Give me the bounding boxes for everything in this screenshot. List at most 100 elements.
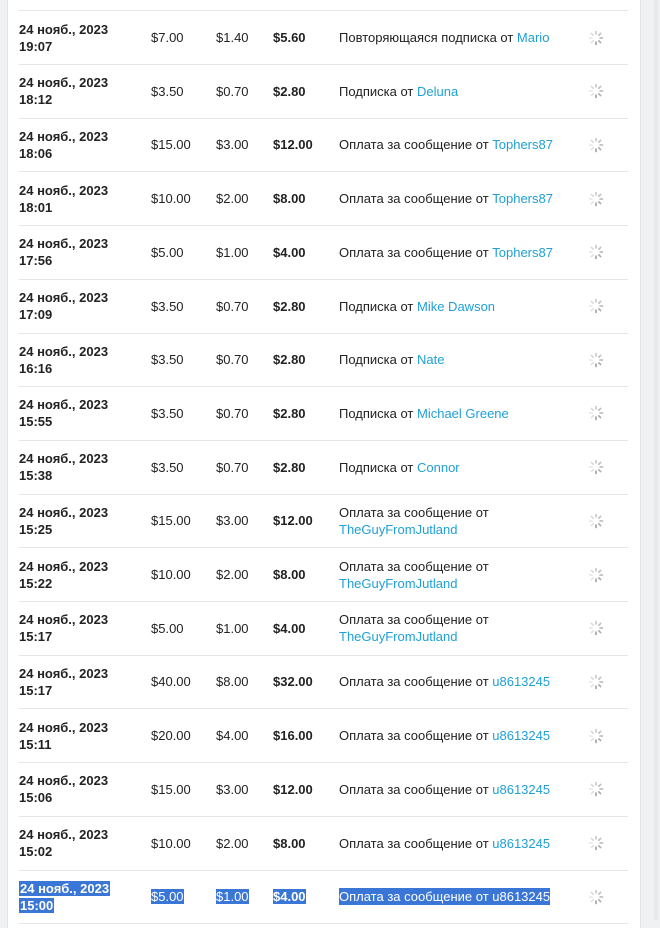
fee-amount: $4.00 bbox=[216, 728, 249, 744]
gross-amount-cell: $5.00 bbox=[151, 870, 211, 923]
fee-amount: $0.70 bbox=[216, 83, 249, 99]
loading-spinner-icon bbox=[588, 30, 604, 45]
gross-amount-cell: $10.00 bbox=[151, 172, 211, 225]
date-cell: 24 нояб., 2023 15:17 bbox=[19, 655, 139, 708]
description-cell: Повторяющаяся подписка от Mario bbox=[339, 11, 581, 64]
earnings-row: 24 нояб., 2023 15:00 $5.00 $1.00 $4.00 О… bbox=[19, 870, 628, 925]
fee-amount: $3.00 bbox=[216, 137, 249, 153]
loading-spinner-icon bbox=[588, 83, 604, 99]
loading-spinner-icon bbox=[588, 191, 604, 206]
user-link[interactable]: TheGuyFromJutland bbox=[339, 629, 458, 644]
fee-amount-cell: $1.00 bbox=[216, 226, 268, 279]
status-cell bbox=[585, 172, 607, 225]
date-text: 24 нояб., 2023 bbox=[19, 612, 109, 628]
fee-amount: $0.70 bbox=[216, 459, 249, 475]
time-text: 16:16 bbox=[19, 360, 53, 376]
net-amount: $4.00 bbox=[273, 620, 306, 636]
description-cell: Подписка от Nate bbox=[339, 333, 581, 386]
net-amount-cell: $8.00 bbox=[273, 548, 333, 601]
gross-amount: $5.00 bbox=[151, 889, 184, 905]
date-text: 24 нояб., 2023 bbox=[19, 236, 109, 252]
user-link[interactable]: TheGuyFromJutland bbox=[339, 576, 458, 591]
user-link[interactable]: Nate bbox=[417, 352, 444, 367]
description-text: Подписка от bbox=[339, 298, 417, 314]
description-text: Оплата за сообщение от bbox=[339, 191, 493, 207]
net-amount: $12.00 bbox=[273, 781, 313, 797]
user-link[interactable]: Tophers87 bbox=[492, 191, 553, 206]
description-cell: Подписка от Michael Greene bbox=[339, 387, 581, 440]
user-link[interactable]: Tophers87 bbox=[492, 137, 553, 152]
user-link[interactable]: Mario bbox=[517, 30, 550, 45]
user-link[interactable]: u8613245 bbox=[492, 674, 550, 689]
date-cell: 24 нояб., 2023 15:17 bbox=[19, 602, 139, 655]
date-text: 24 нояб., 2023 bbox=[19, 21, 109, 37]
gross-amount-cell: $3.50 bbox=[151, 65, 211, 118]
gross-amount-cell: $3.50 bbox=[151, 333, 211, 386]
user-link[interactable]: Deluna bbox=[417, 84, 458, 99]
earnings-row: 24 нояб., 2023 15:11 $20.00 $4.00 $16.00… bbox=[19, 709, 628, 764]
description-cell: Оплата за сообщение от Tophers87 bbox=[339, 172, 581, 225]
earnings-row: 24 нояб., 2023 19:07 $7.00 $1.40 $5.60 П… bbox=[19, 11, 628, 65]
user-link[interactable]: u8613245 bbox=[492, 889, 550, 904]
user-link[interactable]: Connor bbox=[417, 460, 460, 475]
net-amount: $32.00 bbox=[273, 674, 313, 690]
fee-amount: $8.00 bbox=[216, 674, 249, 690]
gross-amount-cell: $10.00 bbox=[151, 817, 211, 870]
status-cell bbox=[585, 494, 607, 547]
date-cell: 24 нояб., 2023 18:12 bbox=[19, 65, 139, 118]
status-cell bbox=[585, 602, 607, 655]
date-cell: 24 нояб., 2023 15:00 bbox=[19, 870, 139, 923]
net-amount-cell: $5.60 bbox=[273, 11, 333, 64]
fee-amount-cell: $2.00 bbox=[216, 817, 268, 870]
fee-amount-cell: $0.70 bbox=[216, 333, 268, 386]
user-link[interactable]: Michael Greene bbox=[417, 406, 509, 421]
description-cell: Оплата за сообщение от u8613245 bbox=[339, 817, 581, 870]
gross-amount: $3.50 bbox=[151, 298, 184, 314]
description-text: Оплата за сообщение от bbox=[339, 137, 493, 153]
fee-amount: $1.00 bbox=[216, 620, 249, 636]
date-text: 24 нояб., 2023 bbox=[19, 558, 109, 574]
user-link[interactable]: Mike Dawson bbox=[417, 299, 495, 314]
fee-amount-cell: $8.00 bbox=[216, 655, 268, 708]
date-text: 24 нояб., 2023 bbox=[19, 504, 109, 520]
user-link[interactable]: u8613245 bbox=[492, 836, 550, 851]
gross-amount: $3.50 bbox=[151, 352, 184, 368]
user-link[interactable]: u8613245 bbox=[492, 728, 550, 743]
date-text: 24 нояб., 2023 bbox=[19, 773, 109, 789]
date-text: 24 нояб., 2023 bbox=[19, 182, 109, 198]
earnings-row: 24 нояб., 2023 18:01 $10.00 $2.00 $8.00 … bbox=[19, 172, 628, 227]
net-amount: $8.00 bbox=[273, 191, 306, 207]
loading-spinner-icon bbox=[588, 567, 604, 582]
loading-spinner-icon bbox=[588, 513, 604, 529]
date-text: 24 нояб., 2023 bbox=[19, 719, 109, 735]
gross-amount-cell: $3.50 bbox=[151, 280, 211, 333]
fee-amount-cell: $0.70 bbox=[216, 387, 268, 440]
date-cell: 24 нояб., 2023 17:56 bbox=[19, 226, 139, 279]
user-link[interactable]: TheGuyFromJutland bbox=[339, 522, 458, 537]
user-link[interactable]: u8613245 bbox=[492, 782, 550, 797]
description-cell: Оплата за сообщение от Tophers87 bbox=[339, 118, 581, 171]
user-link[interactable]: Tophers87 bbox=[492, 245, 553, 260]
net-amount: $5.60 bbox=[273, 30, 306, 45]
loading-spinner-icon bbox=[588, 674, 604, 690]
fee-amount-cell: $3.00 bbox=[216, 763, 268, 816]
description-text: Подписка от bbox=[339, 405, 417, 421]
net-amount-cell: $2.80 bbox=[273, 333, 333, 386]
gross-amount: $7.00 bbox=[151, 30, 184, 45]
time-text: 15:11 bbox=[19, 736, 52, 752]
time-text: 17:09 bbox=[19, 307, 53, 322]
status-cell bbox=[585, 709, 607, 762]
fee-amount: $2.00 bbox=[216, 835, 249, 851]
status-cell bbox=[585, 11, 607, 64]
net-amount-cell: $12.00 bbox=[273, 118, 333, 171]
description-cell: Оплата за сообщение от TheGuyFromJutland bbox=[339, 548, 581, 601]
gross-amount-cell: $20.00 bbox=[151, 709, 211, 762]
scrollbar-track[interactable] bbox=[654, 0, 658, 920]
net-amount-cell: $4.00 bbox=[273, 226, 333, 279]
fee-amount: $1.40 bbox=[216, 30, 249, 45]
fee-amount: $0.70 bbox=[216, 405, 249, 421]
scrollbar[interactable] bbox=[652, 0, 660, 920]
gross-amount-cell: $40.00 bbox=[151, 655, 211, 708]
gross-amount-cell: $7.00 bbox=[151, 11, 211, 64]
fee-amount: $3.00 bbox=[216, 513, 249, 529]
